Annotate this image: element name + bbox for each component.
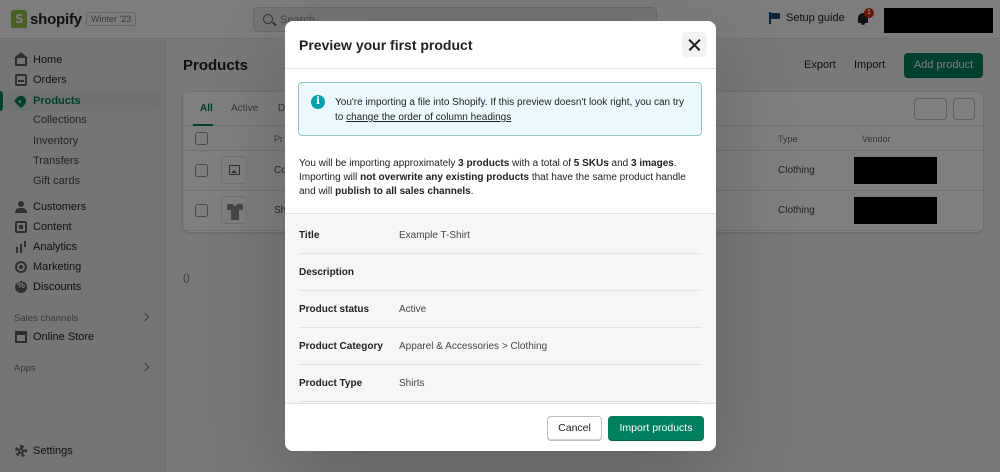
detail-label: Description: [299, 267, 355, 278]
preview-modal: Preview your first product i You're impo…: [285, 21, 716, 451]
detail-row-type: Product Type Shirts: [299, 365, 702, 402]
overwrite-note: not overwrite any existing products: [360, 172, 530, 183]
detail-value: Shirts: [399, 378, 425, 389]
modal-footer: Cancel Import products: [285, 403, 716, 451]
cancel-button[interactable]: Cancel: [547, 416, 602, 441]
close-icon[interactable]: [682, 32, 707, 57]
image-count: 3 images: [631, 158, 674, 169]
detail-value: Apparel & Accessories > Clothing: [399, 341, 548, 352]
detail-row-status: Product status Active: [299, 291, 702, 328]
detail-row-title: Title Example T-Shirt: [299, 217, 702, 254]
detail-label: Product status: [299, 304, 370, 315]
modal-header: Preview your first product: [285, 21, 716, 69]
info-banner: i You're importing a file into Shopify. …: [298, 82, 702, 136]
banner-message: You're importing a file into Shopify. If…: [335, 95, 695, 125]
detail-label: Product Type: [299, 378, 363, 389]
publish-note: publish to all sales channels: [335, 186, 471, 197]
sku-count: 5 SKUs: [573, 158, 609, 169]
info-icon: i: [311, 95, 325, 109]
detail-row-description: Description: [299, 254, 702, 291]
detail-label: Product Category: [299, 341, 383, 352]
modal-title: Preview your first product: [299, 37, 473, 53]
detail-label: Title: [299, 230, 320, 241]
import-products-button[interactable]: Import products: [608, 416, 704, 441]
detail-row-category: Product Category Apparel & Accessories >…: [299, 328, 702, 365]
detail-value: Example T-Shirt: [399, 230, 470, 241]
product-count: 3 products: [458, 158, 510, 169]
import-summary: You will be importing approximately 3 pr…: [299, 158, 686, 197]
column-order-link[interactable]: change the order of column headings: [346, 112, 511, 123]
product-details: Title Example T-Shirt Description Produc…: [285, 213, 716, 403]
detail-value: Active: [399, 304, 427, 315]
